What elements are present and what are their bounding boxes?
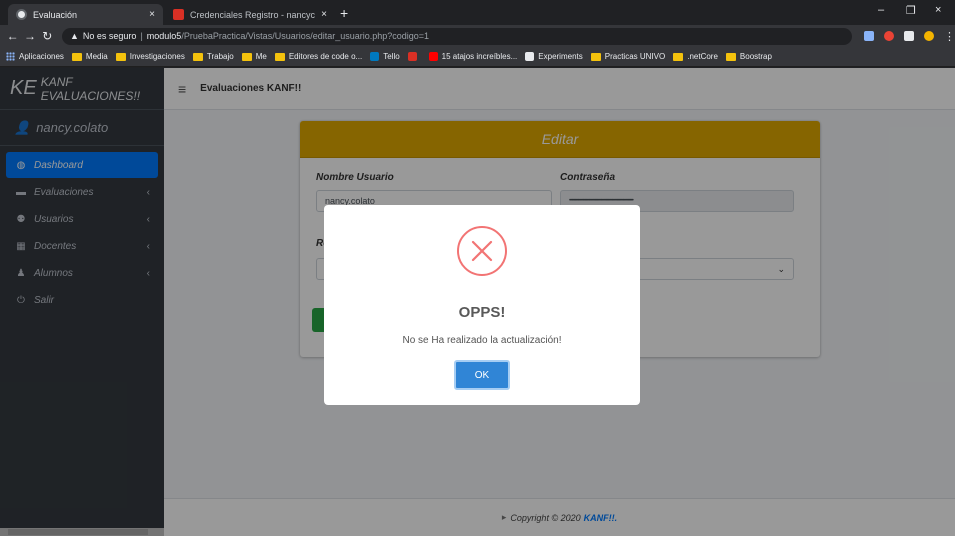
address-separator: | [140, 31, 143, 41]
bookmark-label: Investigaciones [129, 52, 185, 61]
bookmark-label: Boostrap [739, 52, 772, 61]
error-x-icon [457, 226, 507, 276]
bookmark-label: Editores de code o... [288, 52, 363, 61]
bookmark-item[interactable]: Editores de code o... [274, 52, 363, 61]
reload-icon[interactable]: ↻ [39, 29, 56, 43]
folder-icon [71, 52, 82, 61]
bookmark-item[interactable]: Trabajo [192, 52, 234, 61]
bookmark-label: Aplicaciones [19, 52, 64, 61]
bookmark-item[interactable]: Tello [370, 52, 400, 61]
url-path: /PruebaPractica/Vistas/Usuarios/editar_u… [181, 31, 430, 41]
minimize-button[interactable]: – [878, 4, 884, 16]
bookmark-item[interactable]: Me [241, 52, 267, 61]
bookmark-item[interactable]: Practicas UNIVO [590, 52, 666, 61]
error-alert-modal: OPPS! No se Ha realizado la actualizació… [324, 205, 640, 405]
back-arrow-icon[interactable]: ← [4, 29, 21, 43]
bookmark-item[interactable]: Experiments [525, 52, 583, 61]
site-favicon-icon [16, 9, 27, 20]
extensions-bar: ⋮ [863, 30, 955, 43]
url-host: modulo5 [146, 31, 182, 41]
gmail-favicon-icon [173, 9, 184, 20]
alert-title: OPPS! [458, 304, 506, 321]
extension-icon[interactable] [883, 31, 894, 41]
puzzle-icon[interactable] [903, 31, 914, 41]
bookmark-label: Me [255, 52, 267, 61]
folder-icon [590, 52, 601, 61]
alert-message: No se Ha realizado la actualización! [402, 335, 562, 346]
folder-icon [725, 52, 736, 61]
warning-icon: ▲ [69, 31, 79, 41]
browser-tab-bar: Evaluación × Credenciales Registro - nan… [0, 0, 955, 25]
forward-arrow-icon[interactable]: → [21, 29, 38, 43]
ok-button[interactable]: OK [454, 360, 510, 390]
folder-icon [274, 52, 285, 61]
extension-icon[interactable] [863, 31, 874, 41]
bookmark-label: Trabajo [206, 52, 234, 61]
restore-button[interactable]: ❐ [906, 4, 916, 17]
bookmark-label: 15 atajos increíbles... [441, 52, 518, 61]
tab-close-icon[interactable]: × [321, 9, 327, 20]
bookmark-item[interactable]: Investigaciones [115, 52, 185, 61]
apps-grid-icon [6, 52, 15, 61]
bookmark-label: Tello [383, 52, 400, 61]
folder-icon [115, 52, 126, 61]
new-tab-button[interactable]: + [340, 5, 348, 21]
bookmark-item[interactable]: Boostrap [725, 52, 772, 61]
tab-title: Credenciales Registro - nancycol [190, 9, 316, 20]
folder-icon [241, 52, 252, 61]
bookmark-item[interactable]: Media [71, 52, 108, 61]
bookmark-favicon-icon [407, 52, 417, 61]
bookmark-label: Experiments [538, 52, 583, 61]
bookmark-favicon-icon [525, 52, 535, 61]
bookmark-item[interactable]: Aplicaciones [6, 52, 64, 61]
bookmark-label: .netCore [687, 52, 718, 61]
browser-toolbar: ← → ↻ ▲ No es seguro | modulo5 /PruebaPr… [0, 25, 955, 47]
security-label: No es seguro [82, 31, 137, 41]
window-close-button[interactable]: × [935, 4, 941, 16]
bookmark-label: Media [85, 52, 108, 61]
bookmark-item[interactable]: .netCore [673, 52, 718, 61]
bookmark-label: Practicas UNIVO [604, 52, 666, 61]
kebab-menu-icon[interactable]: ⋮ [944, 30, 955, 43]
profile-avatar-icon[interactable] [923, 31, 934, 41]
bookmarks-bar: Aplicaciones Media Investigaciones Trabajo M… [0, 47, 955, 67]
bookmark-item[interactable] [407, 52, 421, 61]
tab-title: Evaluación [33, 9, 78, 20]
bookmark-favicon-icon [370, 52, 380, 61]
browser-tab-credenciales[interactable]: Credenciales Registro - nancycol × [165, 4, 335, 25]
bookmark-favicon-icon [428, 52, 438, 61]
folder-icon [192, 52, 203, 61]
address-bar[interactable]: ▲ No es seguro | modulo5 /PruebaPractica… [61, 27, 852, 45]
bookmark-item[interactable]: 15 atajos increíbles... [428, 52, 518, 61]
folder-icon [673, 52, 684, 61]
browser-tab-evaluacion[interactable]: Evaluación × [8, 4, 163, 25]
tab-close-icon[interactable]: × [149, 9, 155, 20]
